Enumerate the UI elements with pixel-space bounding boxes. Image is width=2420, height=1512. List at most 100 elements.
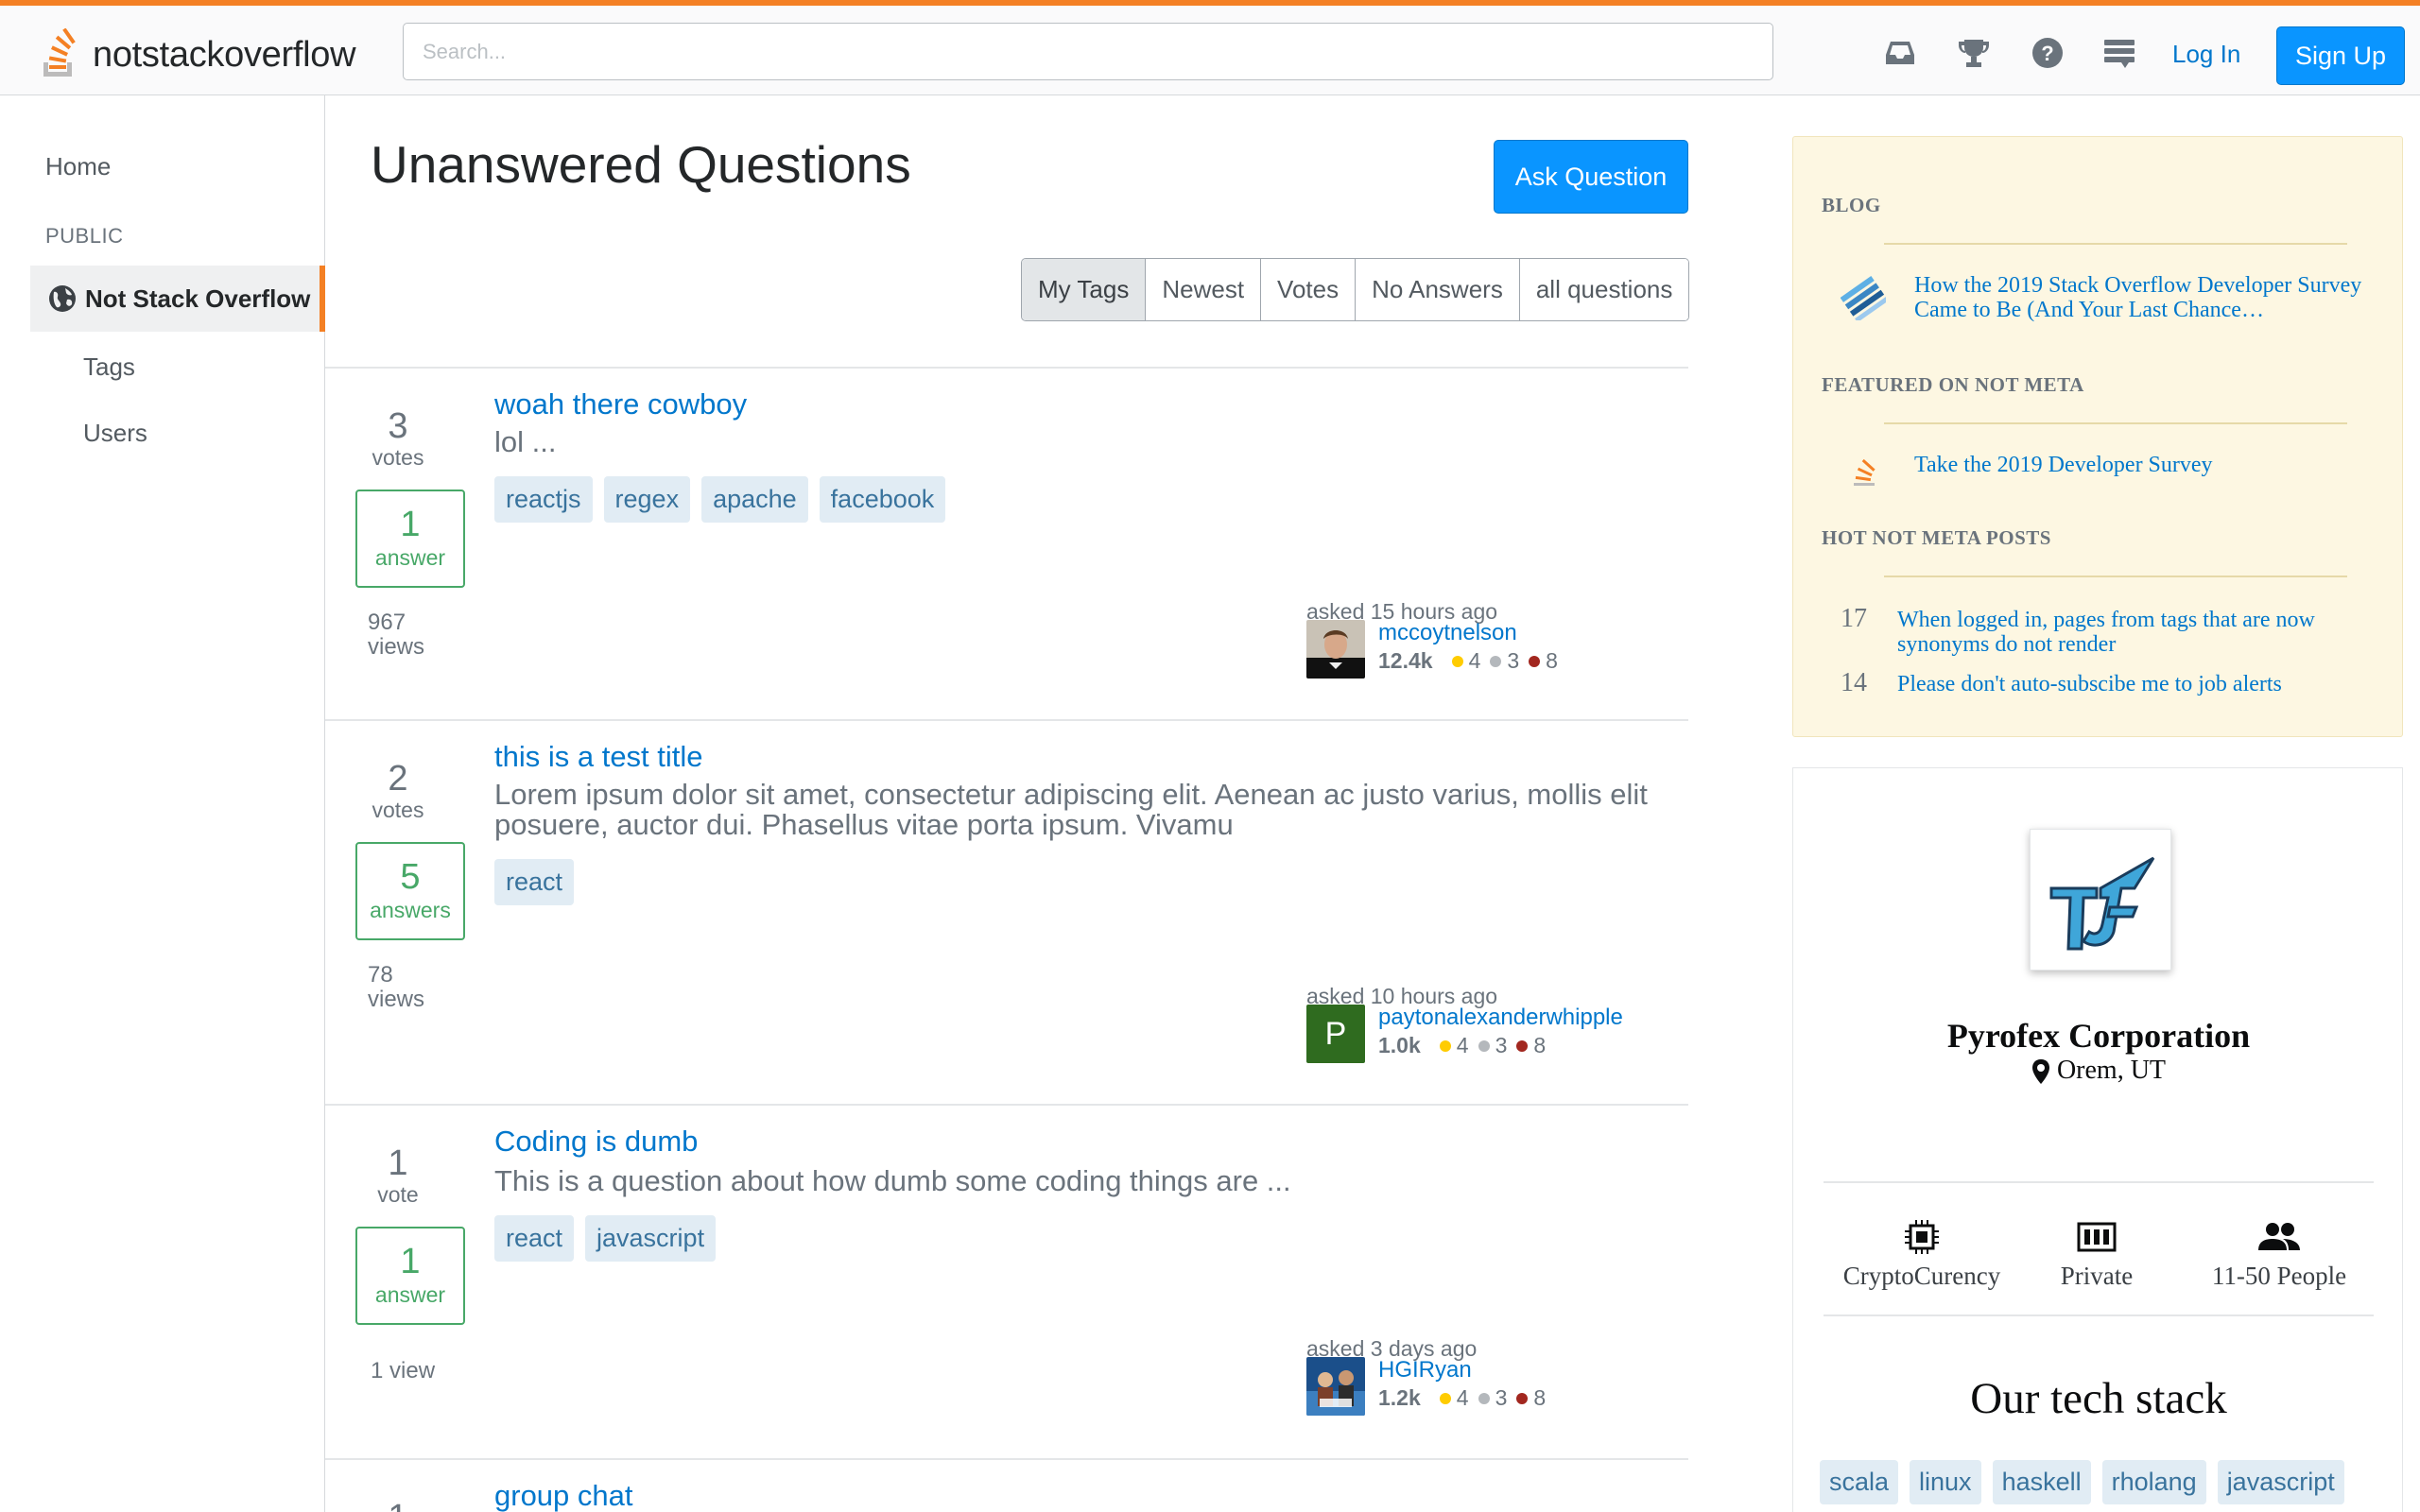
gold-badge-icon	[1451, 655, 1463, 667]
user-avatar[interactable]	[1306, 620, 1365, 679]
tag[interactable]: rholang	[2101, 1460, 2206, 1504]
filter-votes[interactable]: Votes	[1261, 259, 1357, 320]
blog-widget: BLOG How the 2019 Stack Overflow Develop…	[1792, 136, 2403, 737]
login-link[interactable]: Log In	[2172, 40, 2240, 69]
trophy-icon[interactable]	[1955, 34, 1993, 72]
ask-question-button[interactable]: Ask Question	[1494, 140, 1688, 214]
gold-badge-icon	[1439, 1392, 1451, 1404]
hot-posts-heading: HOT NOT META POSTS	[1822, 526, 2051, 549]
question-row: 3 votes 1 answer 967 views woah there co…	[325, 369, 1688, 721]
user-avatar[interactable]	[1306, 1357, 1365, 1416]
logo-text: notstackoverflow	[93, 34, 356, 75]
building-icon	[2077, 1222, 2117, 1252]
silver-badge-icon	[1490, 655, 1502, 667]
pyrofex-logo-icon	[2049, 856, 2155, 951]
tag[interactable]: reactjs	[494, 476, 593, 523]
page-title: Unanswered Questions	[371, 135, 911, 194]
featured-post-link[interactable]: Take the 2019 Developer Survey	[1914, 453, 2368, 477]
question-excerpt: This is a question about how dumb some c…	[494, 1164, 1291, 1197]
filter-no-answers[interactable]: No Answers	[1356, 259, 1520, 320]
site-logo[interactable]: notstackoverflow	[42, 26, 356, 83]
company-size: 11-50 People	[2194, 1218, 2364, 1291]
filter-newest[interactable]: Newest	[1146, 259, 1262, 320]
blog-icon	[1841, 276, 1886, 320]
divider	[1884, 576, 2347, 577]
question-title[interactable]: group chat	[494, 1479, 633, 1512]
user-reputation: 1.2k 4 3 8	[1378, 1385, 1547, 1410]
question-excerpt: lol ...	[494, 425, 557, 458]
nav-tags[interactable]: Tags	[83, 352, 135, 382]
stack-logo-icon	[43, 28, 76, 77]
answer-count: 1 answer	[355, 490, 465, 588]
answer-count: 5 answers	[355, 842, 465, 940]
nav-section-label: PUBLIC	[45, 224, 124, 248]
tag[interactable]: javascript	[585, 1215, 717, 1262]
hot-post-count: 17	[1841, 604, 1867, 633]
user-reputation: 12.4k 4 3 8	[1378, 648, 1558, 673]
left-sidebar: Home PUBLIC Not Stack Overflow Tags User…	[0, 95, 325, 1512]
tag[interactable]: react	[494, 1215, 575, 1262]
filter-my-tags[interactable]: My Tags	[1022, 259, 1147, 320]
nav-item-not-stack-overflow[interactable]: Not Stack Overflow	[30, 266, 325, 332]
filter-tabs: My Tags Newest Votes No Answers all ques…	[1021, 258, 1690, 321]
user-avatar[interactable]: P	[1306, 1005, 1365, 1063]
question-title[interactable]: Coding is dumb	[494, 1125, 698, 1159]
inbox-icon[interactable]	[1881, 34, 1919, 72]
user-name[interactable]: paytonalexanderwhipple	[1378, 1005, 1623, 1031]
svg-text:?: ?	[2041, 42, 2053, 65]
view-count: 1 view	[371, 1358, 436, 1383]
question-row: 2 votes 5 answers 78 views this is a tes…	[325, 721, 1688, 1106]
silver-badge-icon	[1478, 1040, 1490, 1052]
company-type: Private	[2035, 1218, 2158, 1291]
answer-count: 1 answer	[355, 1227, 465, 1325]
filter-all-questions[interactable]: all questions	[1519, 259, 1689, 320]
tag[interactable]: regex	[603, 476, 691, 523]
divider	[1884, 422, 2347, 424]
vote-count: 2 votes	[372, 759, 424, 822]
globe-icon	[49, 285, 76, 312]
company-name[interactable]: Pyrofex Corporation	[1793, 1016, 2404, 1056]
user-name[interactable]: HGIRyan	[1378, 1357, 1472, 1383]
question-tags: reactjs regex apache facebook	[494, 476, 946, 523]
nav-home[interactable]: Home	[45, 152, 111, 181]
question-tags: react javascript	[494, 1215, 717, 1262]
question-tags: react	[494, 859, 575, 905]
signup-button[interactable]: Sign Up	[2276, 26, 2405, 85]
question-owner: asked 15 hours ago mccoytnelson 12.4k 4 …	[1306, 599, 1628, 703]
tag[interactable]: facebook	[819, 476, 946, 523]
site-switcher-icon[interactable]	[2100, 34, 2138, 72]
hot-post-link[interactable]: Please don't auto-subscibe me to job ale…	[1897, 672, 2370, 696]
tag[interactable]: linux	[1910, 1460, 1981, 1504]
company-logo[interactable]	[2030, 829, 2171, 971]
hot-post-link[interactable]: When logged in, pages from tags that are…	[1897, 608, 2370, 657]
question-row: 1 group chat	[325, 1460, 1688, 1512]
question-title[interactable]: this is a test title	[494, 740, 703, 774]
vote-count: 1 vote	[377, 1143, 419, 1207]
nav-users[interactable]: Users	[83, 419, 147, 448]
company-widget: Pyrofex Corporation Orem, UT CryptoCuren…	[1792, 767, 2403, 1512]
help-icon[interactable]: ?	[2029, 34, 2066, 72]
question-row: 1 vote 1 answer 1 view Coding is dumb Th…	[325, 1106, 1688, 1460]
people-icon	[2258, 1223, 2300, 1250]
tag[interactable]: react	[494, 859, 575, 905]
tag[interactable]: scala	[1820, 1460, 1899, 1504]
nav-active-label: Not Stack Overflow	[85, 284, 311, 313]
question-excerpt: Lorem ipsum dolor sit amet, consectetur …	[494, 778, 1648, 841]
tag[interactable]: apache	[701, 476, 808, 523]
divider	[1884, 243, 2347, 245]
tag[interactable]: javascript	[2217, 1460, 2344, 1504]
search-input[interactable]	[403, 23, 1773, 80]
company-industry: CryptoCurency	[1837, 1218, 2007, 1291]
chip-icon	[1905, 1220, 1939, 1254]
tag[interactable]: haskell	[1992, 1460, 2091, 1504]
view-count: 967 views	[368, 610, 425, 660]
tech-stack-title: Our tech stack	[1970, 1374, 2227, 1423]
vote-count: 3 votes	[372, 406, 424, 470]
tech-stack-tags: scala linux haskell rholang javascript	[1820, 1460, 2344, 1504]
question-title[interactable]: woah there cowboy	[494, 387, 747, 421]
blog-post-link[interactable]: How the 2019 Stack Overflow Developer Su…	[1914, 273, 2368, 322]
top-bar: notstackoverflow ? Log In Sign Up	[0, 0, 2420, 95]
question-owner: asked 10 hours ago P paytonalexanderwhip…	[1306, 984, 1628, 1088]
silver-badge-icon	[1478, 1392, 1490, 1404]
user-name[interactable]: mccoytnelson	[1378, 620, 1517, 646]
